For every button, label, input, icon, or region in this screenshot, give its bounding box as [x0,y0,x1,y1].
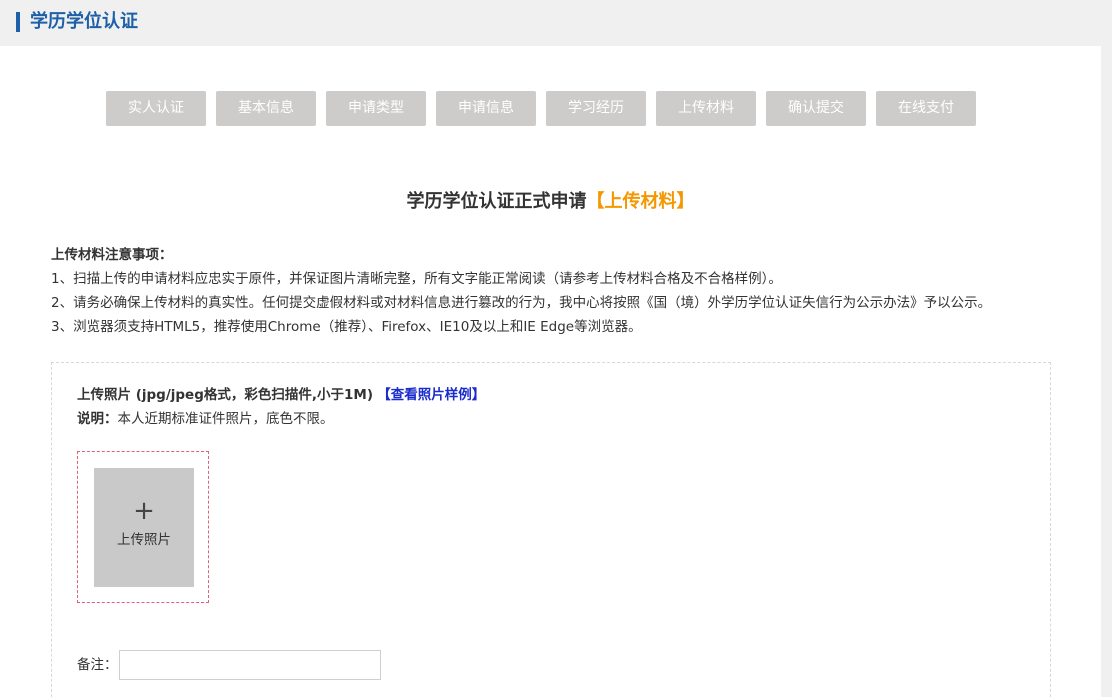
step-real-person-auth[interactable]: 实人认证 [106,91,206,126]
photo-description-key: 说明： [77,411,118,427]
step-basic-info[interactable]: 基本信息 [216,91,316,126]
step-nav: 实人认证 基本信息 申请类型 申请信息 学习经历 上传材料 确认提交 在线支付 [106,91,976,126]
photo-description-text: 本人近期标准证件照片，底色不限。 [117,411,334,427]
note-item: 1、扫描上传的申请材料应忠实于原件，并保证图片清晰完整，所有文字能正常阅读（请参… [51,271,782,287]
upload-photo-button[interactable]: + 上传照片 [94,468,194,587]
step-online-payment[interactable]: 在线支付 [876,91,976,126]
remark-input[interactable] [119,650,381,680]
photo-upload-label: 上传照片 (jpg/jpeg格式，彩色扫描件,小于1M) 【查看照片样例】 [77,383,485,407]
upload-notes: 上传材料注意事项： 1、扫描上传的申请材料应忠实于原件，并保证图片清晰完整，所有… [51,243,1091,339]
section-heading: 学历学位认证正式申请【上传材料】 [0,190,1101,214]
step-study-history[interactable]: 学习经历 [546,91,646,126]
page-title: 学历学位认证 [30,11,138,32]
note-item: 2、请务必确保上传材料的真实性。任何提交虚假材料或对材料信息进行篡改的行为，我中… [51,295,992,311]
photo-upload-label-text: 上传照片 (jpg/jpeg格式，彩色扫描件,小于1M) [77,387,373,403]
section-heading-highlight: 【上传材料】 [586,191,695,212]
plus-icon: + [133,496,155,526]
step-application-info[interactable]: 申请信息 [436,91,536,126]
photo-description: 说明：本人近期标准证件照片，底色不限。 [77,407,334,431]
step-upload-materials[interactable]: 上传材料 [656,91,756,126]
section-heading-main: 学历学位认证正式申请 [406,191,587,212]
step-application-type[interactable]: 申请类型 [326,91,426,126]
photo-upload-frame: + 上传照片 [77,451,209,603]
remark-label: 备注： [77,657,118,673]
main-panel: 实人认证 基本信息 申请类型 申请信息 学习经历 上传材料 确认提交 在线支付 … [0,46,1101,697]
step-confirm-submit[interactable]: 确认提交 [766,91,866,126]
view-photo-sample-link[interactable]: 【查看照片样例】 [377,387,485,403]
upload-photo-button-label: 上传照片 [117,532,171,548]
note-item: 3、浏览器须支持HTML5，推荐使用Chrome（推荐）、Firefox、IE1… [51,319,642,335]
notes-title: 上传材料注意事项： [51,247,173,263]
page-header: 学历学位认证 [0,0,1112,46]
header-accent-bar [16,12,20,32]
photo-upload-section: 上传照片 (jpg/jpeg格式，彩色扫描件,小于1M) 【查看照片样例】 说明… [51,362,1051,697]
